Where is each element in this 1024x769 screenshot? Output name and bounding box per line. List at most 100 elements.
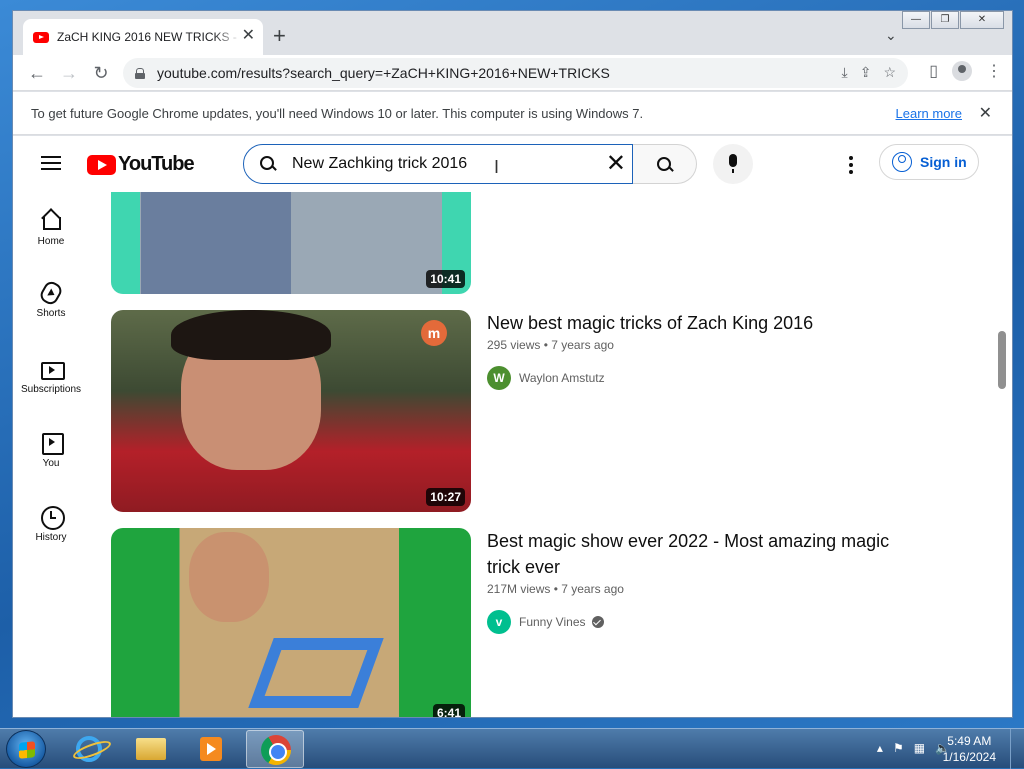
omnibox-actions: ⤓ ⇪ ☆ <box>842 64 897 81</box>
update-infobar: To get future Google Chrome updates, you… <box>13 92 1012 135</box>
sidebar-item-label: You <box>42 458 60 469</box>
youtube-logo-text: YouTube <box>118 153 195 175</box>
video-duration: 10:41 <box>426 270 465 288</box>
you-icon <box>39 430 64 455</box>
bookmark-star-icon[interactable]: ☆ <box>883 64 896 81</box>
close-window-button[interactable]: ✕ <box>960 11 1004 29</box>
file-explorer-taskbar-icon[interactable] <box>122 730 180 768</box>
learn-more-link[interactable]: Learn more <box>896 106 962 121</box>
restore-button[interactable]: ❐ <box>931 11 959 29</box>
settings-menu-icon[interactable] <box>849 156 853 174</box>
page-scrollbar[interactable] <box>998 331 1006 389</box>
chrome-taskbar-icon[interactable] <box>246 730 304 768</box>
folder-icon <box>136 738 166 760</box>
clock-time: 5:49 AM <box>947 734 992 748</box>
system-tray: ▴ ⚑ ▦ 🔈 <box>877 741 950 755</box>
reload-icon[interactable]: ↻ <box>89 61 113 85</box>
video-thumbnail[interactable]: m 10:27 <box>111 310 471 512</box>
sign-in-label: Sign in <box>920 154 967 170</box>
sidebar-item-label: Shorts <box>36 308 66 319</box>
minimize-button[interactable]: — <box>902 11 930 29</box>
text-cursor-icon: Ι <box>494 157 500 177</box>
internet-explorer-icon <box>76 736 102 762</box>
video-thumbnail[interactable]: 6:41 <box>111 528 471 717</box>
side-panel-icon[interactable]: ▯ <box>929 61 938 81</box>
video-meta: 295 views • 7 years ago <box>487 338 614 352</box>
channel-info[interactable]: W Waylon Amstutz <box>487 366 605 390</box>
sidebar-item-you[interactable]: You <box>13 414 89 488</box>
new-tab-button[interactable]: + <box>273 25 286 47</box>
clock-date: 1/16/2024 <box>942 750 996 764</box>
tab-close-icon[interactable]: ✕ <box>242 28 255 44</box>
youtube-favicon-icon <box>33 31 49 43</box>
window-controls: — ❐ ✕ <box>901 11 1004 29</box>
search-results: 10:41 m 10:27 New best magic tricks of Z… <box>13 136 1012 717</box>
sidebar-item-history[interactable]: History <box>13 488 89 562</box>
youtube-page: YouTube New Zachking trick 2016 Ι ✕ Sign… <box>13 136 1012 717</box>
thumbnail-hair <box>171 310 331 360</box>
back-icon[interactable]: ← <box>25 61 49 85</box>
search-button[interactable] <box>633 144 697 184</box>
internet-explorer-taskbar-icon[interactable] <box>60 730 118 768</box>
menu-icon[interactable] <box>41 156 61 170</box>
install-app-icon[interactable]: ⤓ <box>842 64 848 81</box>
search-query-text[interactable]: New Zachking trick 2016 <box>292 155 467 173</box>
chrome-window: ZaCH KING 2016 NEW TRICKS - YouTube ✕ + … <box>12 10 1013 718</box>
video-title[interactable]: Best magic show ever 2022 - Most amazing… <box>487 528 917 580</box>
media-player-taskbar-icon[interactable] <box>182 730 240 768</box>
browser-tab[interactable]: ZaCH KING 2016 NEW TRICKS - YouTube ✕ <box>23 19 263 55</box>
search-icon <box>260 156 276 172</box>
chrome-menu-icon[interactable]: ⋮ <box>986 61 1002 81</box>
desktop: ZaCH KING 2016 NEW TRICKS - YouTube ✕ + … <box>0 0 1024 769</box>
channel-info[interactable]: v Funny Vines <box>487 610 604 634</box>
video-meta: 217M views • 7 years ago <box>487 582 624 596</box>
system-clock[interactable]: 5:49 AM 1/16/2024 <box>943 733 996 765</box>
channel-name[interactable]: Waylon Amstutz <box>519 371 605 385</box>
verified-badge-icon <box>591 616 604 628</box>
share-icon[interactable]: ⇪ <box>860 64 872 81</box>
youtube-logo[interactable]: YouTube <box>87 153 195 176</box>
channel-avatar[interactable]: W <box>487 366 511 390</box>
start-button[interactable] <box>6 730 46 768</box>
microphone-icon <box>729 154 737 173</box>
shorts-icon <box>37 278 65 308</box>
voice-search-button[interactable] <box>713 144 753 184</box>
network-icon[interactable]: ▦ <box>914 741 925 755</box>
video-result[interactable]: m 10:27 New best magic tricks of Zach Ki… <box>111 310 971 512</box>
video-result[interactable]: 6:41 Best magic show ever 2022 - Most am… <box>111 528 971 717</box>
sidebar-item-home[interactable]: Home <box>13 192 89 266</box>
sidebar-item-shorts[interactable]: Shorts <box>13 266 89 340</box>
sign-in-button[interactable]: Sign in <box>879 144 979 180</box>
lock-icon[interactable] <box>135 67 145 79</box>
media-player-icon <box>200 737 222 761</box>
video-duration: 10:27 <box>426 488 465 506</box>
toolbar-right: ▯ ⋮ <box>929 61 1002 81</box>
windows-taskbar: ▴ ⚑ ▦ 🔈 5:49 AM 1/16/2024 <box>0 728 1024 769</box>
sidebar-item-label: Subscriptions <box>20 384 82 395</box>
browser-toolbar: ← → ↻ youtube.com/results?search_query=+… <box>13 55 1012 91</box>
video-title[interactable]: New best magic tricks of Zach King 2016 <box>487 310 917 336</box>
url-text[interactable]: youtube.com/results?search_query=+ZaCH+K… <box>157 65 610 81</box>
channel-avatar[interactable]: v <box>487 610 511 634</box>
search-input[interactable]: New Zachking trick 2016 Ι ✕ <box>243 144 633 184</box>
channel-name[interactable]: Funny Vines <box>519 615 586 629</box>
action-center-flag-icon[interactable]: ⚑ <box>893 741 904 755</box>
tab-strip: ZaCH KING 2016 NEW TRICKS - YouTube ✕ + … <box>13 11 1012 55</box>
home-icon <box>39 208 63 232</box>
sidebar-item-subscriptions[interactable]: Subscriptions <box>13 340 89 414</box>
account-icon <box>892 152 912 172</box>
thumbnail-lego-shape <box>248 638 384 708</box>
history-icon <box>39 504 65 530</box>
show-desktop-button[interactable] <box>1010 729 1024 769</box>
video-duration: 6:41 <box>432 704 465 717</box>
tab-title: ZaCH KING 2016 NEW TRICKS - YouTube <box>57 30 241 44</box>
address-bar[interactable]: youtube.com/results?search_query=+ZaCH+K… <box>123 58 908 88</box>
profile-avatar-icon[interactable] <box>952 61 972 81</box>
thumbnail-face <box>189 532 269 622</box>
tab-search-icon[interactable]: ⌄ <box>885 27 897 44</box>
infobar-close-icon[interactable]: ✕ <box>979 103 992 123</box>
tray-expand-icon[interactable]: ▴ <box>877 741 883 755</box>
clear-search-icon[interactable]: ✕ <box>606 151 626 177</box>
forward-icon[interactable]: → <box>57 61 81 85</box>
youtube-header: YouTube New Zachking trick 2016 Ι ✕ Sign… <box>13 136 1012 192</box>
